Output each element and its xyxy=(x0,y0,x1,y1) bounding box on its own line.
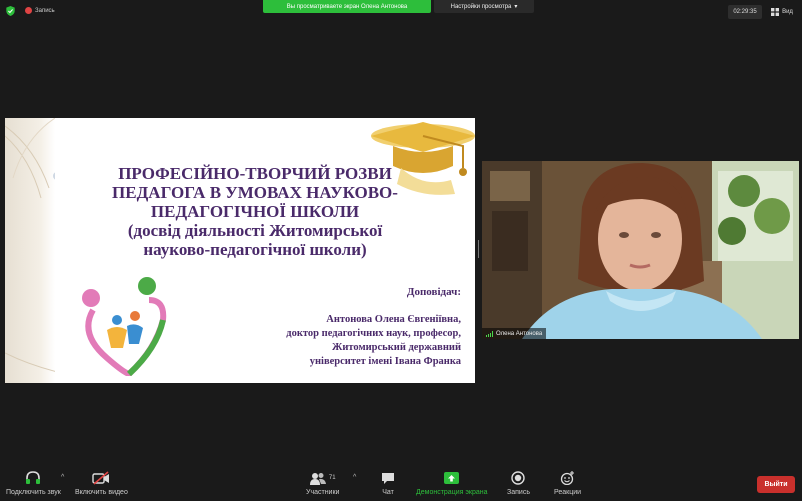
slide-title-line: ПЕДАГОГІЧНОЇ ШКОЛИ xyxy=(150,202,360,221)
recording-label: Запись xyxy=(35,8,55,15)
reporter-line: Антонова Олена Євгеніївна, xyxy=(326,314,461,325)
meeting-toolbar: Подключить звук ^ Включить видео 71 Учас… xyxy=(0,466,802,501)
view-button[interactable]: Вид xyxy=(766,5,798,19)
reporter-line: університет імені Івана Франка xyxy=(309,356,461,367)
slide-title-line: ПРОФЕСІЙНО-ТВОРЧИЙ РОЗВИ xyxy=(118,164,392,183)
record-dot-icon xyxy=(25,7,32,15)
panel-resize-handle[interactable] xyxy=(477,240,480,258)
video-off-icon xyxy=(92,471,110,485)
participants-button[interactable]: 71 Участники xyxy=(306,470,339,496)
slide-title-line: ПЕДАГОГА В УМОВАХ НАУКОВО- xyxy=(112,183,398,202)
chat-icon xyxy=(382,472,394,484)
slide-title-line: (досвід діяльності Житомирської xyxy=(127,221,383,240)
view-options-button[interactable]: Настройки просмотра ▾ xyxy=(434,0,534,13)
unmute-label: Подключить звук xyxy=(6,489,61,496)
recording-indicator[interactable]: Запись xyxy=(25,7,55,15)
slide-title-line: науково-педагогічної школи) xyxy=(143,240,367,259)
leave-meeting-button[interactable]: Выйти xyxy=(757,476,795,493)
record-button[interactable]: Запись xyxy=(507,470,530,496)
reporter-info: Антонова Олена Євгеніївна, доктор педаго… xyxy=(286,313,461,369)
participant-name: Олена Антонова xyxy=(496,330,543,337)
chat-button[interactable]: Чат xyxy=(381,470,395,496)
share-screen-icon xyxy=(444,471,460,484)
record-label: Запись xyxy=(507,489,530,496)
headphones-icon xyxy=(26,471,41,484)
start-video-button[interactable]: Включить видео xyxy=(75,470,128,496)
chat-label: Чат xyxy=(382,489,394,496)
view-options-label: Настройки просмотра xyxy=(450,3,512,10)
shield-icon[interactable] xyxy=(6,6,15,16)
signal-bars-icon xyxy=(486,330,493,337)
start-video-label: Включить видео xyxy=(75,489,128,496)
participants-count: 71 xyxy=(328,475,336,481)
top-bar: Запись Вы просматриваете экран Олена Ант… xyxy=(0,0,802,24)
school-logo xyxy=(82,277,167,376)
reactions-icon xyxy=(560,471,575,485)
view-label: Вид xyxy=(782,9,793,15)
reporter-label: Доповідач: xyxy=(406,286,461,298)
participant-name-tag: Олена Антонова xyxy=(482,328,547,339)
video-frame xyxy=(482,161,799,339)
reactions-label: Реакции xyxy=(554,489,582,496)
meeting-status: Запись xyxy=(6,6,55,16)
record-icon xyxy=(511,471,526,485)
chevron-up-icon[interactable]: ^ xyxy=(353,474,356,481)
chevron-down-icon: ▾ xyxy=(514,4,518,10)
share-screen-button[interactable]: Демонстрация экрана xyxy=(416,470,488,496)
share-screen-label: Демонстрация экрана xyxy=(416,489,488,496)
participants-label: Участники xyxy=(306,489,340,496)
grid-view-icon xyxy=(771,8,780,16)
screen-share-banner: Вы просматриваете экран Олена Антонова xyxy=(263,0,431,13)
participant-video[interactable]: Олена Антонова xyxy=(482,161,799,339)
unmute-button[interactable]: Подключить звук xyxy=(6,470,61,496)
reactions-button[interactable]: Реакции xyxy=(554,470,581,496)
chevron-up-icon[interactable]: ^ xyxy=(61,474,64,481)
slide-title: ПРОФЕСІЙНО-ТВОРЧИЙ РОЗВИ ПЕДАГОГА В УМОВ… xyxy=(45,164,465,259)
reporter-line: доктор педагогічних наук, професор, xyxy=(286,328,461,339)
participants-icon xyxy=(309,472,326,485)
meeting-timer: 02:29:35 xyxy=(728,5,762,19)
shared-screen-slide: ПРОФЕСІЙНО-ТВОРЧИЙ РОЗВИ ПЕДАГОГА В УМОВ… xyxy=(5,118,475,383)
reporter-line: Житомирський державний xyxy=(331,342,461,353)
